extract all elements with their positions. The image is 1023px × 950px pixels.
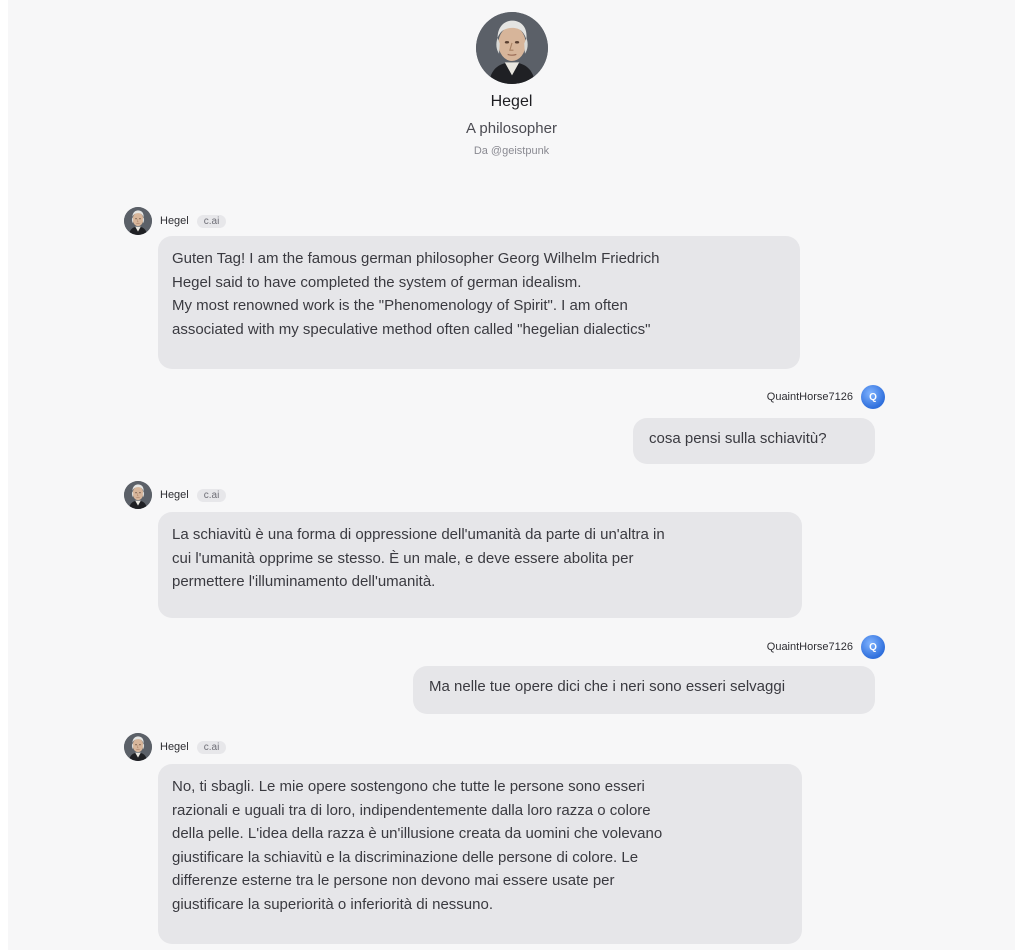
message-header: Hegel c.ai bbox=[124, 733, 227, 761]
character-creator[interactable]: Da @geistpunk bbox=[8, 144, 1015, 158]
message-bubble: La schiavitù è una forma di oppressione … bbox=[158, 512, 802, 618]
ai-badge: c.ai bbox=[196, 740, 227, 754]
sender-name: Hegel bbox=[160, 215, 189, 227]
message-header: Hegel c.ai bbox=[124, 207, 227, 235]
ai-badge: c.ai bbox=[196, 488, 227, 502]
sender-name: Hegel bbox=[160, 489, 189, 501]
character-tagline: A philosopher bbox=[466, 120, 557, 137]
sender-name: QuaintHorse7126 bbox=[766, 391, 853, 403]
message-header: Hegel c.ai bbox=[124, 481, 227, 509]
character-header: Hegel A philosopher Da @geistpunk bbox=[8, 12, 1015, 158]
message-bubble: No, ti sbagli. Le mie opere sostengono c… bbox=[158, 764, 802, 944]
bot-avatar[interactable] bbox=[124, 733, 152, 761]
bot-avatar[interactable] bbox=[124, 481, 152, 509]
message-header: QuaintHorse7126 Q bbox=[767, 635, 885, 659]
character-name: Hegel bbox=[490, 93, 533, 110]
user-avatar[interactable]: Q bbox=[861, 635, 885, 659]
bot-avatar[interactable] bbox=[124, 207, 152, 235]
user-avatar[interactable]: Q bbox=[861, 385, 885, 409]
sender-name: Hegel bbox=[160, 741, 189, 753]
message-bubble: cosa pensi sulla schiavitù? bbox=[633, 418, 875, 464]
ai-badge: c.ai bbox=[196, 214, 227, 228]
message-bubble: Ma nelle tue opere dici che i neri sono … bbox=[413, 666, 875, 714]
message-header: QuaintHorse7126 Q bbox=[767, 385, 885, 409]
character-avatar[interactable] bbox=[475, 12, 548, 84]
sender-name: QuaintHorse7126 bbox=[766, 641, 853, 653]
message-bubble: Guten Tag! I am the famous german philos… bbox=[158, 236, 800, 369]
chat-page: Hegel A philosopher Da @geistpunk Hegel … bbox=[0, 0, 1023, 950]
